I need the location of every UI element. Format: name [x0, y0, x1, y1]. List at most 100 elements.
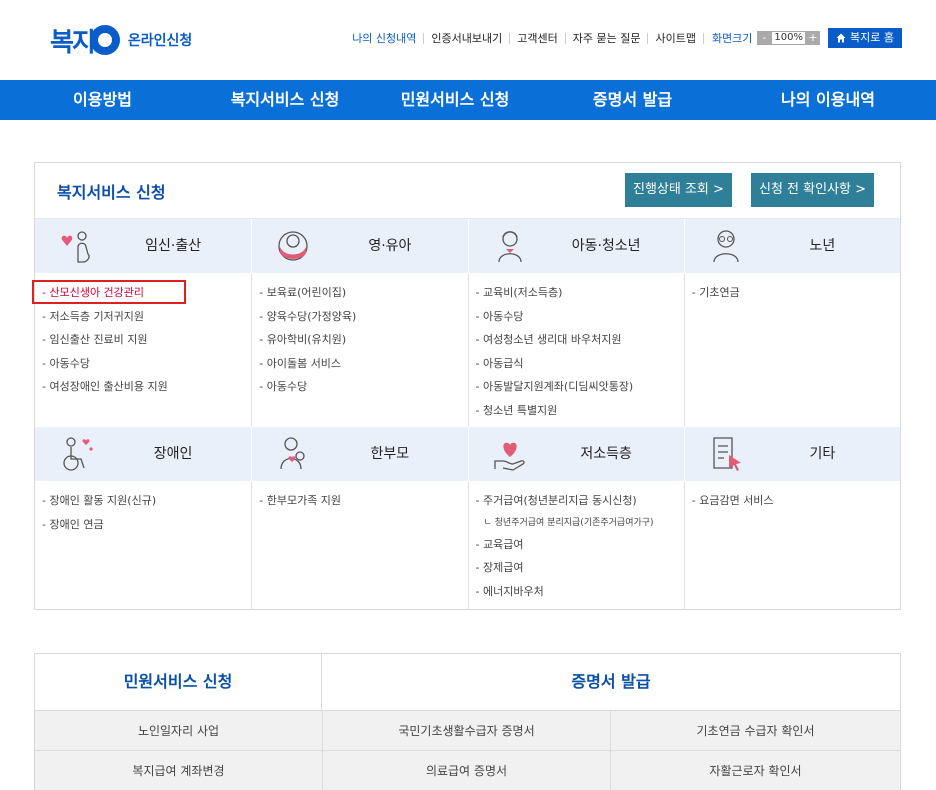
category-other[interactable]: 기타: [683, 427, 900, 481]
service-link[interactable]: - 양육수당(가정양육): [259, 305, 467, 329]
service-link[interactable]: - 한부모가족 지원: [259, 489, 467, 513]
category-label: 한부모: [370, 446, 410, 462]
document-cursor-icon: [713, 437, 741, 471]
screen-size-label: 화면크기: [702, 32, 752, 44]
category-low-income[interactable]: 저소득층: [467, 427, 684, 481]
service-link[interactable]: - 요금감면 서비스: [692, 489, 900, 513]
elderly-icon: [713, 230, 739, 263]
logo-text: 복지: [50, 27, 96, 58]
site-logo[interactable]: 복지 온라인신청: [50, 22, 192, 58]
category-row-bottom: 장애인 한부모 저소득층 기타: [35, 427, 900, 481]
util-export-certificate[interactable]: 인증서내보내기: [423, 32, 509, 44]
service-link[interactable]: - 여성장애인 출산비용 지원: [42, 375, 251, 399]
service-link[interactable]: - 유아학비(유치원): [259, 328, 467, 352]
service-link[interactable]: - 에너지바우처: [476, 580, 684, 604]
category-label: 장애인: [153, 446, 193, 462]
low-income-service-list: - 주거급여(청년분리지급 동시신청) ㄴ 청년주거급여 분리지급(기존주거급여…: [467, 481, 684, 609]
welfare-panel-header: 복지서비스 신청 진행상태 조회 > 신청 전 확인사항 >: [35, 163, 900, 219]
welfare-home-label: 복지로 홈: [850, 31, 894, 44]
category-elderly[interactable]: 노년: [683, 219, 900, 273]
util-customer-center[interactable]: 고객센터: [509, 32, 564, 44]
disabled-service-list: - 장애인 활동 지원(신규) - 장애인 연금: [35, 481, 251, 609]
highlight-box: [32, 280, 186, 304]
home-icon: [836, 33, 846, 43]
service-link[interactable]: - 임신출산 진료비 지원: [42, 328, 251, 352]
category-row-top: 임신·출산 영·유아 아동·청소년 노년: [35, 219, 900, 273]
cert-link-medical-aid[interactable]: 의료급여 증명서: [322, 750, 610, 790]
service-link[interactable]: - 아동발달지원계좌(디딤씨앗통장): [476, 375, 684, 399]
certificate-title: 증명서 발급: [571, 672, 651, 691]
wheelchair-icon: [63, 437, 93, 471]
service-link[interactable]: - 보육료(어린이집): [259, 281, 467, 305]
cert-link-basic-living[interactable]: 국민기초생활수급자 증명서: [322, 710, 610, 750]
category-label: 기타: [809, 446, 836, 462]
service-link[interactable]: - 장제급여: [476, 556, 684, 580]
category-label: 저소득층: [580, 446, 632, 462]
service-link[interactable]: - 주거급여(청년분리지급 동시신청): [476, 489, 684, 513]
other-service-list: - 요금감면 서비스: [683, 481, 900, 609]
main-nav: 이용방법 복지서비스 신청 민원서비스 신청 증명서 발급 나의 이용내역: [0, 80, 936, 120]
service-link[interactable]: - 아동수당: [259, 375, 467, 399]
single-parent-service-list: - 한부모가족 지원: [251, 481, 467, 609]
category-youth[interactable]: 아동·청소년: [467, 219, 684, 273]
category-pregnancy[interactable]: 임신·출산: [35, 219, 251, 273]
civil-cert-panel: 민원서비스 신청 증명서 발급 노인일자리 사업 국민기초생활수급자 증명서 기…: [34, 653, 901, 790]
welfare-service-panel: 복지서비스 신청 진행상태 조회 > 신청 전 확인사항 > 임신·출산 영·유…: [32, 162, 901, 610]
category-label: 노년: [809, 238, 836, 254]
nav-my-history[interactable]: 나의 이용내역: [720, 80, 936, 120]
nav-certificate[interactable]: 증명서 발급: [545, 80, 720, 120]
category-infant[interactable]: 영·유아: [251, 219, 467, 273]
util-sitemap[interactable]: 사이트맵: [647, 32, 702, 44]
zoom-in-button[interactable]: +: [806, 31, 821, 45]
status-check-button[interactable]: 진행상태 조회 >: [625, 173, 732, 207]
service-link[interactable]: - 여성청소년 생리대 바우처지원: [476, 328, 684, 352]
heart-hand-icon: [493, 442, 525, 471]
service-link[interactable]: - 장애인 연금: [42, 513, 251, 537]
civil-service-title: 민원서비스 신청: [35, 654, 322, 710]
site-header: 복지 온라인신청 나의 신청내역 인증서내보내기 고객센터 자주 묻는 질문 사…: [0, 0, 936, 80]
category-label: 임신·출산: [145, 238, 202, 254]
civil-link-account-change[interactable]: 복지급여 계좌변경: [35, 750, 322, 790]
service-link[interactable]: - 아동수당: [42, 352, 251, 376]
service-list-row-top: - 산모신생아 건강관리 - 저소득층 기저귀지원 - 임신출산 진료비 지원 …: [32, 273, 900, 427]
category-single-parent[interactable]: 한부모: [251, 427, 467, 481]
utility-menu: 나의 신청내역 인증서내보내기 고객센터 자주 묻는 질문 사이트맵 화면크기 …: [345, 28, 902, 48]
service-link[interactable]: - 기초연금: [692, 281, 900, 305]
civil-link-senior-jobs[interactable]: 노인일자리 사업: [35, 710, 322, 750]
pregnancy-service-list: - 산모신생아 건강관리 - 저소득층 기저귀지원 - 임신출산 진료비 지원 …: [32, 273, 251, 427]
infant-icon: [278, 231, 308, 261]
child-icon: [497, 231, 522, 263]
util-faq[interactable]: 자주 묻는 질문: [564, 32, 648, 44]
service-link[interactable]: - 아동수당: [476, 305, 684, 329]
service-link[interactable]: - 장애인 활동 지원(신규): [42, 489, 251, 513]
nav-civil-apply[interactable]: 민원서비스 신청: [365, 80, 545, 120]
single-parent-icon: [280, 437, 305, 470]
service-sublink[interactable]: ㄴ 청년주거급여 분리지급(기존주거급여가구): [476, 513, 684, 533]
youth-service-list: - 교육비(저소득층) - 아동수당 - 여성청소년 생리대 바우처지원 - 아…: [467, 273, 684, 427]
service-link[interactable]: - 교육비(저소득층): [476, 281, 684, 305]
nav-welfare-apply[interactable]: 복지서비스 신청: [205, 80, 365, 120]
elderly-service-list: - 기초연금: [683, 273, 900, 427]
util-my-applications[interactable]: 나의 신청내역: [345, 33, 423, 44]
logo-mark: [89, 25, 120, 55]
zoom-out-button[interactable]: -: [757, 31, 772, 45]
logo-subtitle: 온라인신청: [127, 33, 193, 49]
category-disabled[interactable]: 장애인: [35, 427, 251, 481]
service-link[interactable]: - 청소년 특별지원: [476, 399, 684, 423]
pregnancy-icon: [61, 231, 90, 263]
service-link[interactable]: - 아이돌봄 서비스: [259, 352, 467, 376]
zoom-control: - 100% +: [757, 31, 821, 45]
welfare-panel-title: 복지서비스 신청: [57, 183, 166, 202]
pre-check-button[interactable]: 신청 전 확인사항 >: [751, 173, 875, 207]
cert-link-basic-pension[interactable]: 기초연금 수급자 확인서: [610, 710, 900, 750]
service-link[interactable]: - 교육급여: [476, 533, 684, 557]
service-link[interactable]: - 아동급식: [476, 352, 684, 376]
infant-service-list: - 보육료(어린이집) - 양육수당(가정양육) - 유아학비(유치원) - 아…: [251, 273, 467, 427]
welfare-home-button[interactable]: 복지로 홈: [828, 28, 902, 48]
service-link[interactable]: - 저소득층 기저귀지원: [42, 305, 251, 329]
category-label: 아동·청소년: [571, 238, 641, 254]
service-list-row-bottom: - 장애인 활동 지원(신규) - 장애인 연금 - 한부모가족 지원 - 주거…: [35, 481, 900, 609]
cert-link-self-support[interactable]: 자활근로자 확인서: [610, 750, 900, 790]
nav-usage-guide[interactable]: 이용방법: [0, 80, 205, 120]
zoom-value: 100%: [771, 31, 807, 45]
